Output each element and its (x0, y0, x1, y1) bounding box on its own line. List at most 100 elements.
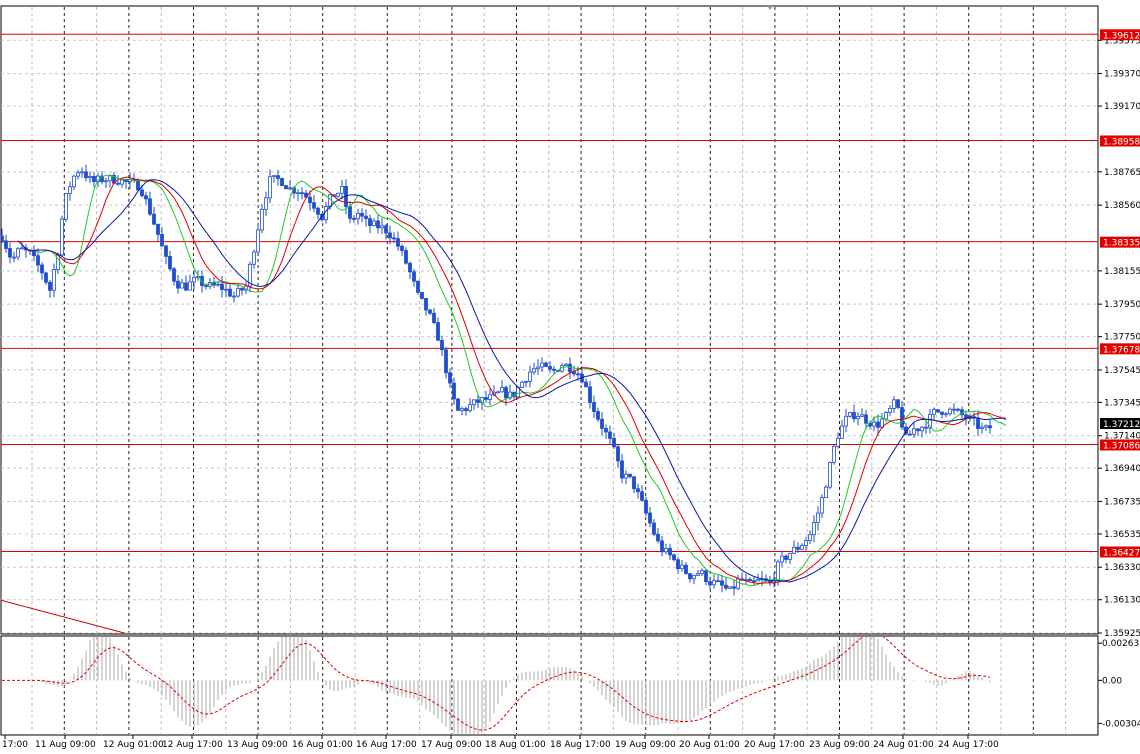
candle-body (336, 192, 340, 197)
candle-body (804, 540, 808, 547)
indicator-tick-label: -0.003046 (1102, 719, 1140, 729)
candle-body (784, 555, 788, 560)
time-tick-label: 19 Aug 09:00 (615, 740, 676, 750)
candle-body (940, 411, 944, 415)
candle-body (176, 280, 180, 289)
candle-body (852, 412, 856, 420)
candle-body (356, 212, 360, 220)
candle-body (288, 187, 292, 190)
candle-body (680, 564, 684, 570)
candle-body (84, 171, 88, 179)
level-tag-label: 1.38958 (1103, 137, 1140, 147)
candle-body (72, 175, 76, 188)
candle-body (160, 234, 164, 247)
candle-body (616, 446, 620, 462)
candle-body (788, 552, 792, 560)
candle-body (668, 547, 672, 556)
current-price-tag: 1.37212 (1100, 418, 1140, 430)
level-tag-label: 1.36427 (1103, 548, 1140, 558)
candle-body (140, 189, 144, 197)
indicator-tick-label: 0.00 (1102, 676, 1122, 686)
candle-body (900, 407, 904, 428)
candle-body (684, 564, 688, 574)
candle-body (360, 212, 364, 217)
candle-body (284, 185, 288, 190)
level-tag-label: 1.37678 (1103, 345, 1140, 355)
candle-body (316, 207, 320, 215)
candle-body (976, 417, 980, 429)
candle-body (908, 433, 912, 436)
candle-body (36, 255, 40, 266)
candle-body (752, 580, 756, 583)
time-tick-label: 12 Aug 17:00 (162, 740, 223, 750)
candle-body (192, 276, 196, 283)
candle-body (988, 425, 992, 429)
price-tick-label: 1.39170 (1104, 102, 1140, 112)
price-tick-label: 1.36940 (1104, 464, 1140, 474)
candle-body (388, 232, 392, 239)
candle-body (88, 176, 92, 179)
candle-body (980, 426, 984, 429)
candle-body (240, 288, 244, 291)
candle-body (632, 476, 636, 490)
time-tick-label: 20 Aug 17:00 (744, 740, 805, 750)
candle-body (912, 428, 916, 435)
time-tick-label: 12 Aug 01:00 (103, 740, 164, 750)
candle-body (276, 175, 280, 179)
candle-body (984, 425, 988, 428)
candle-body (832, 445, 836, 463)
candle-body (552, 368, 556, 371)
candle-body (484, 397, 488, 400)
candle-body (68, 186, 72, 194)
candle-body (300, 192, 304, 195)
candle-body (308, 196, 312, 203)
candle-body (944, 413, 948, 416)
candle-body (888, 408, 892, 413)
candle-body (660, 540, 664, 553)
price-tick-label: 1.37345 (1104, 398, 1140, 408)
candle-body (696, 573, 700, 576)
price-tick-label: 1.37545 (1104, 366, 1140, 376)
price-tick-label: 1.36130 (1104, 596, 1140, 606)
candle-body (120, 179, 124, 185)
candle-body (544, 362, 548, 367)
candle-body (340, 185, 344, 194)
candle-body (64, 193, 68, 220)
level-tag-label: 1.38335 (1103, 239, 1140, 249)
candle-body (32, 250, 36, 257)
candle-body (236, 288, 240, 297)
candle-body (348, 206, 352, 219)
candle-body (40, 264, 44, 274)
candle-body (840, 425, 844, 439)
candle-body (628, 473, 632, 478)
candle-body (604, 427, 608, 433)
candle-body (808, 534, 812, 541)
candle-body (932, 409, 936, 415)
candle-body (428, 309, 432, 314)
candle-body (228, 288, 232, 297)
candle-body (704, 570, 708, 583)
candle-body (4, 240, 8, 249)
candle-body (612, 438, 616, 448)
candle-body (376, 220, 380, 229)
candle-body (328, 194, 332, 208)
candle-body (312, 202, 316, 209)
candle-body (400, 245, 404, 251)
candle-body (532, 368, 536, 373)
candle-body (724, 584, 728, 589)
candle-body (732, 586, 736, 589)
price-tick-label: 1.38560 (1104, 201, 1140, 211)
candle-body (664, 547, 668, 553)
candle-body (800, 545, 804, 550)
price-tick-label: 1.38765 (1104, 168, 1140, 178)
candle-body (648, 512, 652, 524)
candle-body (452, 382, 456, 400)
candle-body (600, 418, 604, 429)
candle-body (780, 555, 784, 563)
candle-body (136, 179, 140, 191)
candle-body (144, 195, 148, 200)
candle-body (188, 281, 192, 291)
candle-body (152, 213, 156, 225)
price-chart[interactable]: 1.395751.393701.391701.387651.385601.381… (0, 0, 1140, 754)
candle-body (496, 391, 500, 394)
